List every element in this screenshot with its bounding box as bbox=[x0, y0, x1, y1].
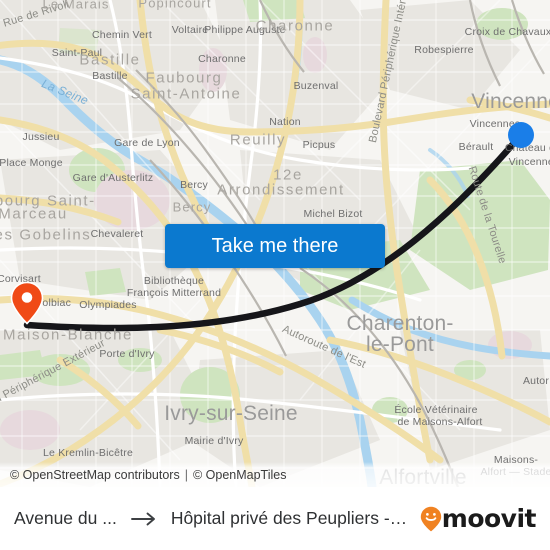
moovit-wordmark: moovit bbox=[441, 504, 537, 533]
moovit-trip-map-screen: Rue de Rivoli Le Marais Popincourt Saint-Pa… bbox=[0, 0, 550, 550]
map-attribution: © OpenStreetMap contributors | © OpenMap… bbox=[0, 462, 550, 487]
route-summary[interactable]: Avenue du ... Hôpital privé des Peuplier… bbox=[14, 508, 412, 529]
origin-location-dot[interactable] bbox=[508, 122, 534, 148]
attribution-separator: | bbox=[184, 467, 188, 482]
arrow-right-icon bbox=[130, 511, 157, 527]
moovit-logo[interactable]: moovit bbox=[420, 504, 537, 533]
moovit-pin-icon bbox=[420, 506, 442, 532]
destination-pin-marker[interactable] bbox=[10, 281, 44, 325]
map-canvas[interactable]: Rue de Rivoli Le Marais Popincourt Saint-Pa… bbox=[0, 0, 550, 487]
route-destination-label: Hôpital privé des Peupliers - Ramsay... bbox=[170, 508, 412, 528]
attribution-osm[interactable]: © OpenStreetMap contributors bbox=[10, 468, 180, 482]
attribution-openmaptiles[interactable]: © OpenMapTiles bbox=[193, 468, 287, 482]
route-origin-label: Avenue du ... bbox=[14, 508, 117, 528]
take-me-there-button[interactable]: Take me there bbox=[165, 224, 385, 268]
trip-footer-bar: Avenue du ... Hôpital privé des Peuplier… bbox=[0, 487, 550, 550]
